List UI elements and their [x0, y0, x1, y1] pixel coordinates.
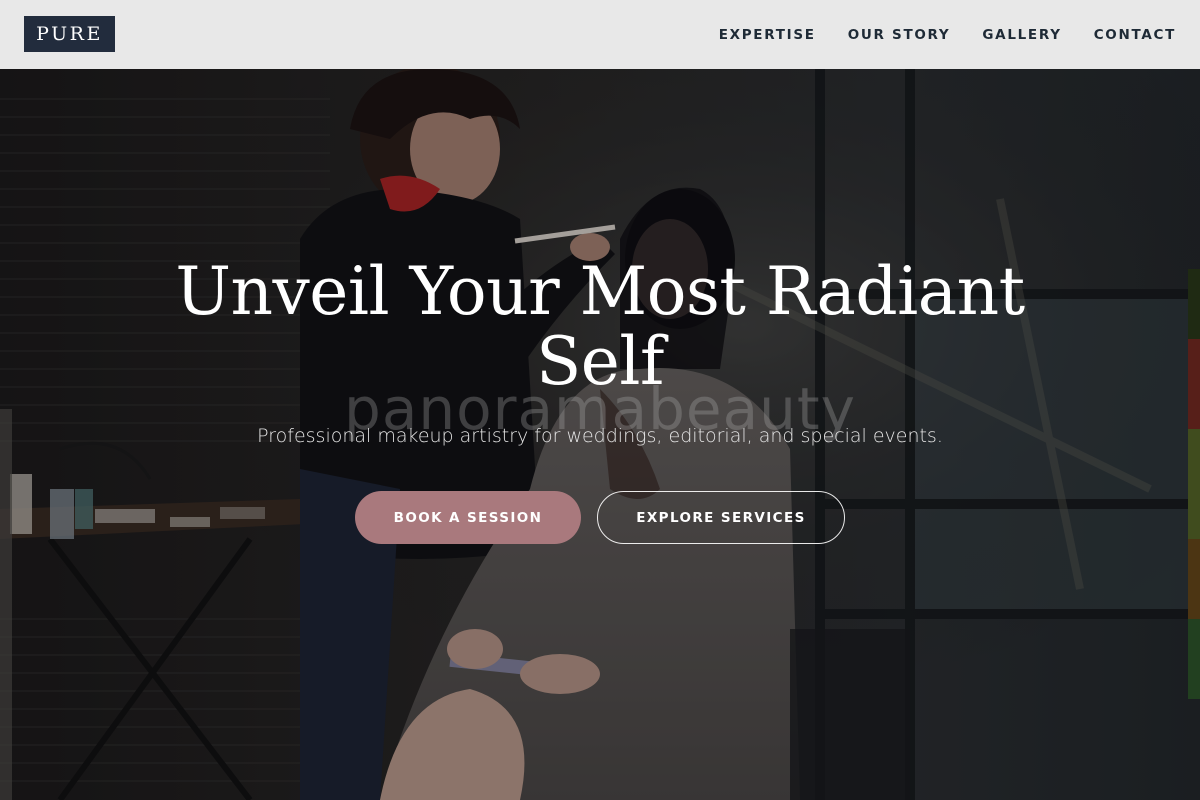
explore-services-button[interactable]: EXPLORE SERVICES — [597, 491, 845, 544]
nav-link-our-story[interactable]: OUR STORY — [848, 27, 951, 43]
navbar: PURE EXPERTISE OUR STORY GALLERY CONTACT — [0, 0, 1200, 69]
nav-link-expertise[interactable]: EXPERTISE — [719, 27, 816, 43]
hero-title-line2: Self — [536, 323, 664, 400]
page: PURE EXPERTISE OUR STORY GALLERY CONTACT — [0, 0, 1200, 800]
nav-menu: EXPERTISE OUR STORY GALLERY CONTACT — [719, 0, 1176, 69]
hero-title: Unveil Your Most Radiant Self — [150, 257, 1050, 397]
logo[interactable]: PURE — [24, 16, 115, 52]
nav-link-gallery[interactable]: GALLERY — [982, 27, 1061, 43]
book-session-button[interactable]: BOOK A SESSION — [355, 491, 581, 544]
hero-section: panoramabeauty Unveil Your Most Radiant … — [0, 69, 1200, 800]
hero-title-line1: Unveil Your Most Radiant — [175, 253, 1025, 330]
nav-link-contact[interactable]: CONTACT — [1094, 27, 1176, 43]
hero-subtitle: Professional makeup artistry for wedding… — [257, 425, 943, 447]
